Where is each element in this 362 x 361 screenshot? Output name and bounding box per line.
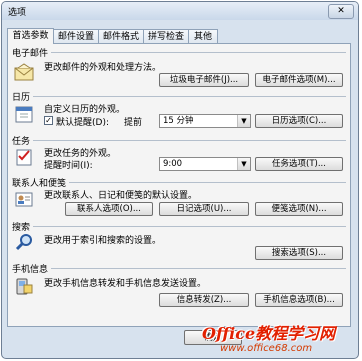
chevron-down-icon: ▼ (237, 158, 250, 170)
title-bar: 选项 ✕ (2, 2, 358, 20)
journal-options-button[interactable]: 日记选项(U)... (159, 202, 249, 216)
search-description: 更改用于索引和搜索的设置。 (44, 236, 162, 246)
preferences-panel: 电子邮件 更改邮件的外观和处理方法。 垃圾电子邮件(J)... 电子邮件选项(M… (7, 43, 351, 327)
magnifier-icon (14, 232, 34, 252)
reminder-time-select[interactable]: 9:00 ▼ (159, 157, 251, 171)
section-mail: 电子邮件 更改邮件的外观和处理方法。 垃圾电子邮件(J)... 电子邮件选项(M… (12, 46, 346, 90)
options-dialog: 选项 ✕ 首选参数 邮件设置 邮件格式 拼写检查 其他 电子邮件 更改邮件的外观… (1, 1, 359, 359)
chevron-down-icon: ▼ (237, 115, 250, 127)
section-calendar-header: 日历 (12, 93, 34, 103)
dialog-title: 选项 (8, 8, 27, 18)
task-icon (14, 147, 34, 167)
reminder-lead-select[interactable]: 15 分钟 ▼ (159, 114, 251, 128)
section-tasks-header: 任务 (12, 137, 34, 147)
section-calendar: 日历 自定义日历的外观。 ✓ 默认提醒(D): 提前 15 分钟 ▼ 日历选项(C… (12, 90, 346, 134)
email-options-button[interactable]: 电子邮件选项(M)... (255, 73, 343, 87)
section-mail-header: 电子邮件 (12, 49, 52, 59)
tab-preferences[interactable]: 首选参数 (7, 28, 54, 44)
section-search-header: 搜索 (12, 223, 34, 233)
contacts-description: 更改联系人、日记和便笺的默认设置。 (44, 191, 198, 201)
watermark: Office教程学习网 www.office68.com (198, 314, 358, 358)
mail-description: 更改邮件的外观和处理方法。 (44, 63, 162, 73)
note-options-button[interactable]: 便笺选项(N)... (255, 202, 343, 216)
section-contacts: 联系人和便笺 更改联系人、日记和便笺的默认设置。 联系人选项(O)... 日记选… (12, 176, 346, 220)
tab-mail-setup[interactable]: 邮件设置 (53, 29, 99, 43)
section-mobile-header: 手机信息 (12, 265, 52, 275)
task-options-button[interactable]: 任务选项(T)... (255, 157, 343, 171)
default-reminder-checkbox[interactable]: ✓ (44, 116, 53, 125)
reminder-lead-value: 15 分钟 (163, 116, 194, 126)
contact-options-button[interactable]: 联系人选项(O)... (65, 202, 153, 216)
mobile-options-button[interactable]: 手机信息选项(B)... (255, 293, 343, 307)
tab-spelling[interactable]: 拼写检查 (143, 29, 189, 43)
calendar-options-button[interactable]: 日历选项(C)... (255, 114, 343, 128)
section-contacts-header: 联系人和便笺 (12, 179, 70, 189)
mobile-description: 更改手机信息转发和手机信息发送设置。 (44, 279, 207, 289)
reminder-time-label: 提醒时间(I): (44, 161, 93, 171)
envelope-icon (14, 62, 34, 82)
calendar-description: 自定义日历的外观。 (44, 105, 126, 115)
watermark-title: Office教程学习网 (202, 324, 336, 343)
section-tasks: 任务 更改任务的外观。 提醒时间(I): 9:00 ▼ 任务选项(T)... (12, 134, 346, 176)
section-search: 搜索 更改用于索引和搜索的设置。 搜索选项(S)... (12, 220, 346, 262)
close-button[interactable]: ✕ (328, 4, 354, 19)
contact-card-icon (14, 189, 34, 209)
watermark-url: www.office68.com (220, 343, 313, 354)
message-forward-button[interactable]: 信息转发(Z)... (159, 293, 249, 307)
reminder-time-value: 9:00 (163, 159, 183, 169)
mobile-phone-icon (14, 276, 34, 296)
lead-time-label: 提前 (124, 118, 143, 128)
default-reminder-label: 默认提醒(D): (56, 118, 109, 128)
section-mobile: 手机信息 更改手机信息转发和手机信息发送设置。 信息转发(Z)... 手机信息选… (12, 262, 346, 308)
calendar-icon (14, 104, 34, 124)
tab-other[interactable]: 其他 (188, 29, 218, 43)
tab-mail-format[interactable]: 邮件格式 (98, 29, 144, 43)
junk-email-button[interactable]: 垃圾电子邮件(J)... (159, 73, 249, 87)
search-options-button[interactable]: 搜索选项(S)... (255, 246, 343, 260)
